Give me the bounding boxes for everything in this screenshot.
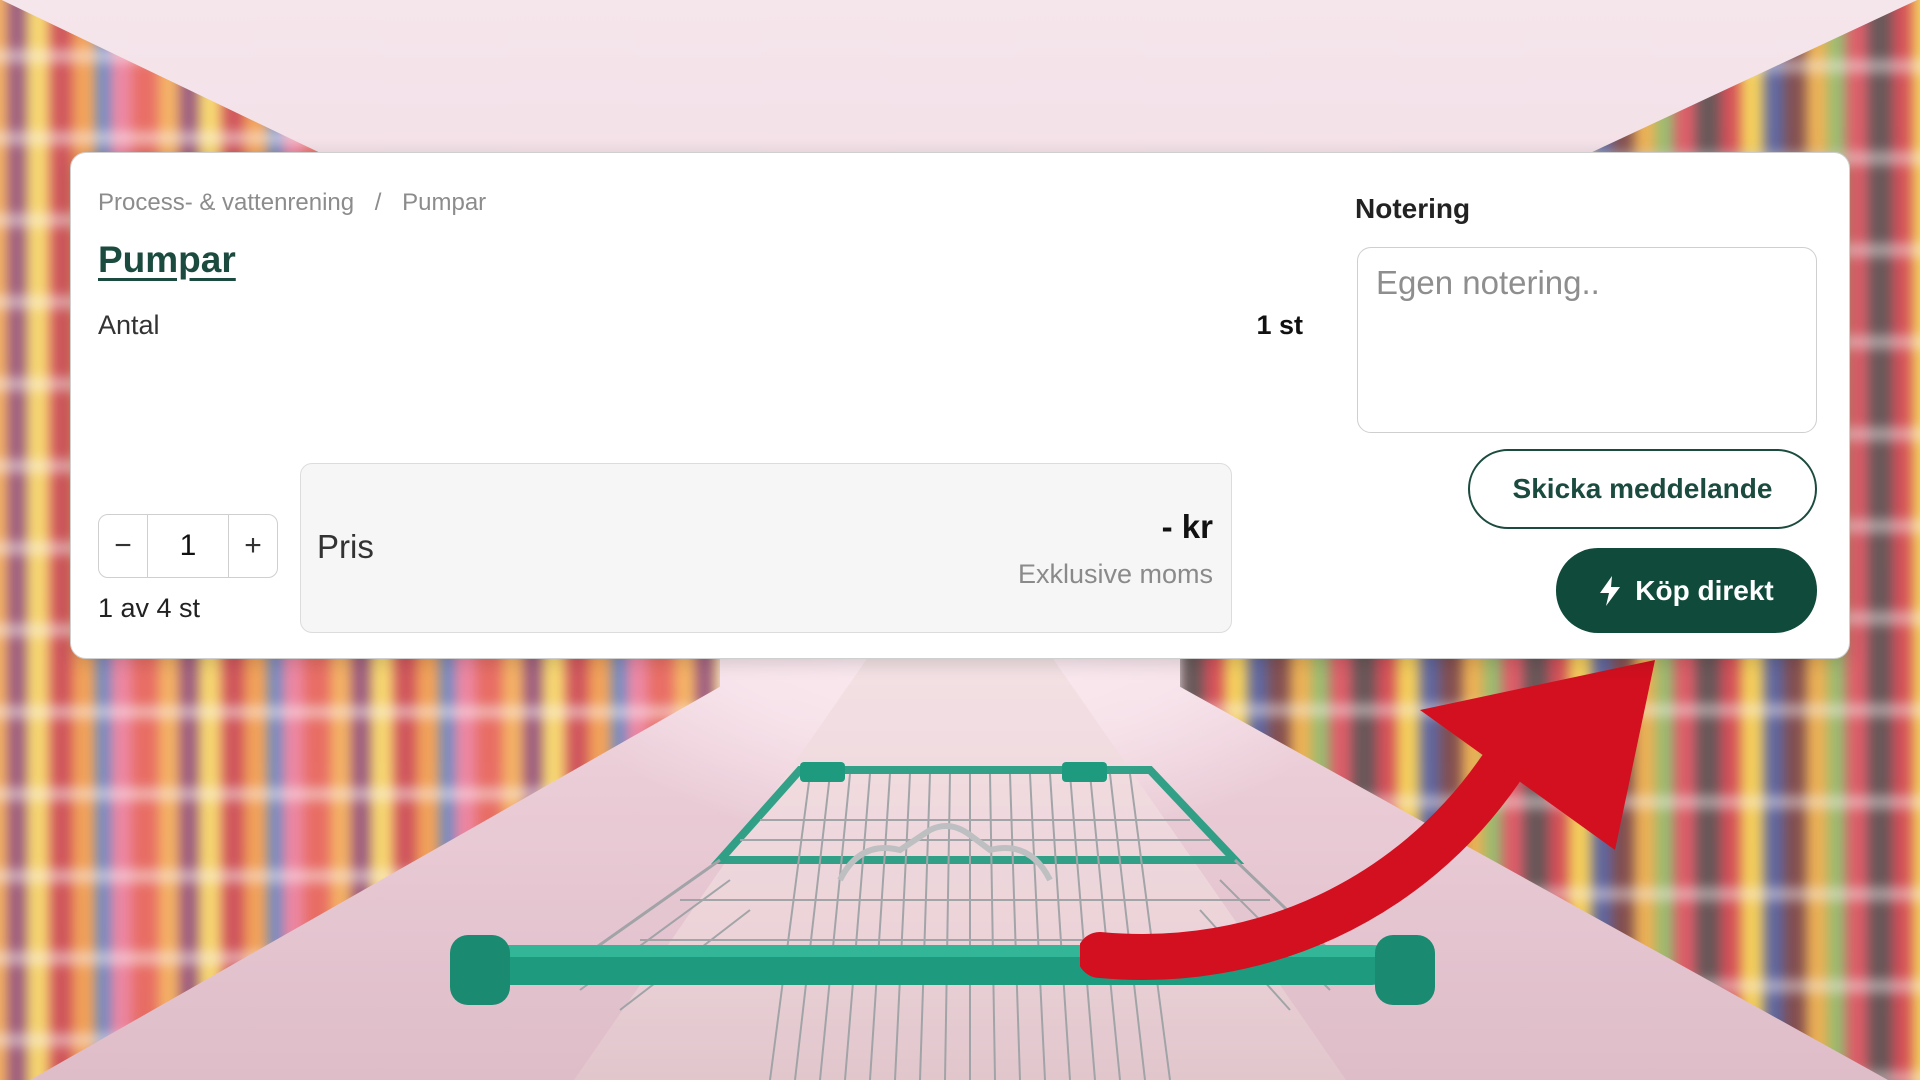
quantity-value: 1 st <box>1256 310 1303 340</box>
stock-status: 1 av 4 st <box>98 593 201 623</box>
send-message-button[interactable]: Skicka meddelande <box>1468 449 1817 529</box>
price-vat-note: Exklusive moms <box>1017 559 1213 589</box>
price-label: Pris <box>317 528 374 565</box>
breadcrumb: Process- & vattenrening / Pumpar <box>98 189 486 217</box>
price-value: - kr <box>1161 508 1213 545</box>
buy-now-label: Köp direkt <box>1635 574 1774 606</box>
increment-button[interactable]: + <box>229 515 277 577</box>
red-arrow-graphic <box>1080 660 1655 980</box>
price-box: Pris - kr Exklusive moms <box>300 463 1232 633</box>
quantity-input[interactable]: 1 <box>147 515 229 577</box>
breadcrumb-separator: / <box>374 189 382 216</box>
product-title-link[interactable]: Pumpar <box>98 239 236 281</box>
breadcrumb-current-link[interactable]: Pumpar <box>402 189 486 216</box>
quantity-stepper: − 1 + <box>98 514 278 578</box>
note-textarea[interactable] <box>1357 247 1817 433</box>
lightning-bolt-icon <box>1599 575 1621 606</box>
decrement-button[interactable]: − <box>99 515 147 577</box>
product-card: Process- & vattenrening / Pumpar Pumpar … <box>70 152 1850 659</box>
buy-now-button[interactable]: Köp direkt <box>1556 548 1817 633</box>
quantity-label: Antal <box>98 310 160 340</box>
breadcrumb-category-link[interactable]: Process- & vattenrening <box>98 189 354 216</box>
note-label: Notering <box>1355 193 1471 224</box>
